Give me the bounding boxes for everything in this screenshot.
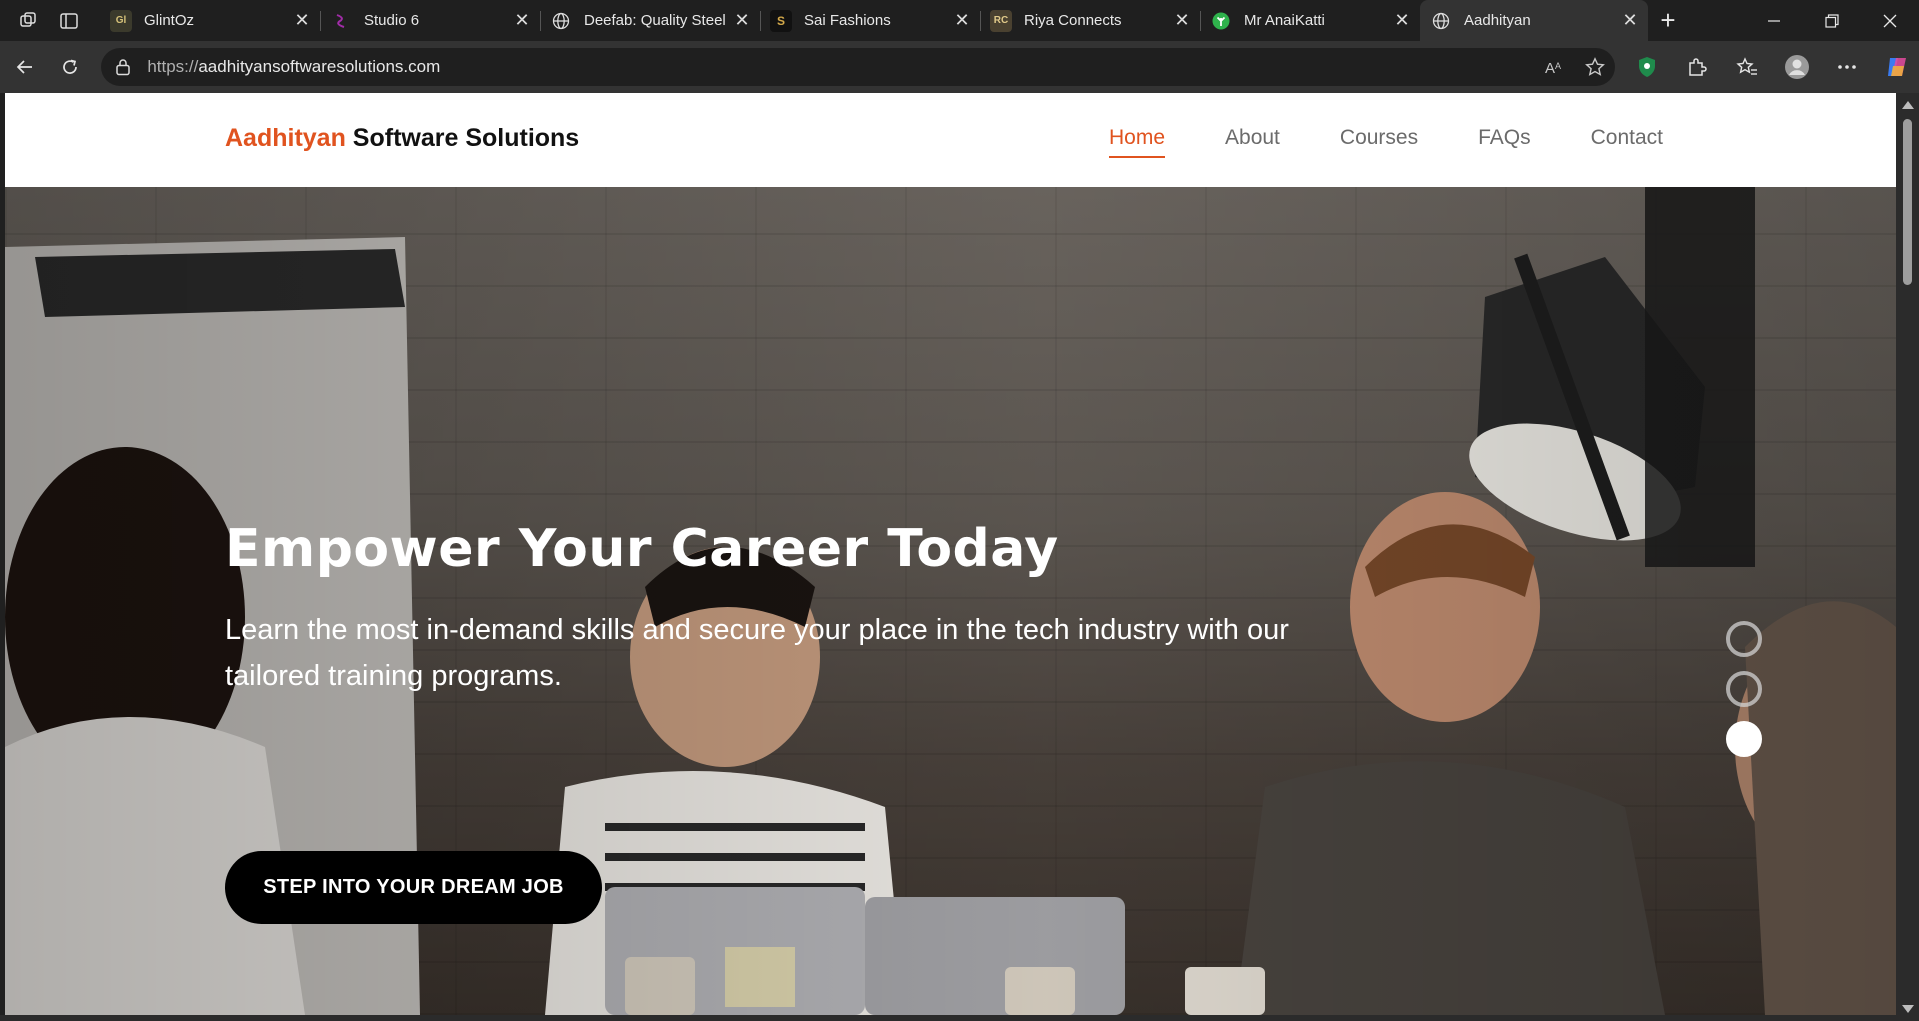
tab-close-icon[interactable]: ✕ — [948, 7, 976, 35]
window-controls — [1745, 0, 1919, 41]
tab-close-icon[interactable]: ✕ — [728, 7, 756, 35]
hero-subtitle: Learn the most in-demand skills and secu… — [225, 614, 1289, 692]
browser-tab[interactable]: RC Riya Connects ✕ — [980, 0, 1200, 41]
page-viewport: Aadhityan Software Solutions Home About … — [5, 93, 1896, 1015]
tab-strip-left-controls — [0, 0, 100, 41]
scrollbar-thumb[interactable] — [1903, 119, 1912, 285]
tab-close-icon[interactable]: ✕ — [1388, 7, 1416, 35]
slider-dot[interactable] — [1726, 671, 1762, 707]
workspaces-icon[interactable] — [18, 10, 40, 32]
browser-tab[interactable]: Mr AnaiKatti ✕ — [1200, 0, 1420, 41]
toolbar-right — [1625, 47, 1919, 87]
url-host: aadhityansoftwaresolutions.com — [198, 57, 441, 76]
window-bottom-edge — [0, 1015, 1896, 1021]
browser-tab[interactable]: S Sai Fashions ✕ — [760, 0, 980, 41]
tab-title: GlintOz — [144, 12, 195, 29]
tab-close-icon[interactable]: ✕ — [1168, 7, 1196, 35]
favorites-icon[interactable] — [1725, 47, 1769, 87]
hero-slider: Empower Your Career Today Learn the most… — [5, 187, 1896, 1015]
page-scrollbar[interactable] — [1896, 93, 1919, 1021]
copilot-icon[interactable] — [1875, 47, 1919, 87]
scroll-up-arrow-icon[interactable] — [1902, 101, 1914, 109]
profile-avatar-icon[interactable] — [1775, 47, 1819, 87]
new-tab-button[interactable]: + — [1648, 0, 1688, 41]
tab-title: Sai Fashions — [804, 12, 891, 29]
url-text[interactable]: https://aadhityansoftwaresolutions.com — [147, 57, 1535, 77]
read-aloud-icon[interactable]: AA — [1535, 48, 1575, 86]
browser-tab[interactable]: Studio 6 ✕ — [320, 0, 540, 41]
nav-link-contact[interactable]: Contact — [1591, 126, 1663, 158]
scroll-down-arrow-icon[interactable] — [1902, 1005, 1914, 1013]
favorite-star-icon[interactable] — [1575, 48, 1615, 86]
browser-tab-active[interactable]: Aadhityan ✕ — [1420, 0, 1648, 41]
leaf-logo-icon — [1210, 10, 1232, 32]
nav-link-about[interactable]: About — [1225, 126, 1280, 158]
slider-dot[interactable] — [1726, 621, 1762, 657]
back-arrow-icon[interactable] — [2, 47, 48, 87]
url-scheme: https:// — [147, 57, 199, 76]
nav-link-faqs[interactable]: FAQs — [1478, 126, 1531, 158]
svg-text:A: A — [1545, 60, 1555, 76]
studio6-logo-icon — [330, 10, 352, 32]
browser-tab[interactable]: Deefab: Quality Steel ✕ — [540, 0, 760, 41]
minimize-icon[interactable] — [1745, 0, 1803, 41]
lock-icon[interactable] — [113, 57, 133, 77]
tab-title: Aadhityan — [1464, 12, 1531, 29]
tab-close-icon[interactable]: ✕ — [1616, 7, 1644, 35]
tab-title: Mr AnaiKatti — [1244, 12, 1325, 29]
tab-title: Riya Connects — [1024, 12, 1122, 29]
riya-connects-logo-icon: RC — [990, 9, 1012, 32]
slider-dot-active[interactable] — [1726, 721, 1762, 757]
slider-pagination — [1726, 621, 1762, 757]
svg-text:A: A — [1555, 61, 1561, 71]
nav-link-courses[interactable]: Courses — [1340, 126, 1418, 158]
browser-tab-strip: Gl GlintOz ✕ Studio 6 ✕ Deefab: Quality … — [0, 0, 1919, 41]
address-bar[interactable]: https://aadhityansoftwaresolutions.com A… — [101, 48, 1615, 86]
close-window-icon[interactable] — [1861, 0, 1919, 41]
extensions-puzzle-icon[interactable] — [1675, 47, 1719, 87]
vertical-tabs-icon[interactable] — [58, 10, 80, 32]
tab-title: Deefab: Quality Steel — [584, 12, 726, 29]
refresh-icon[interactable] — [48, 47, 94, 87]
restore-icon[interactable] — [1803, 0, 1861, 41]
browser-toolbar: https://aadhityansoftwaresolutions.com A… — [0, 41, 1919, 93]
globe-icon — [1430, 10, 1452, 32]
more-options-icon[interactable] — [1825, 47, 1869, 87]
tab-title: Studio 6 — [364, 12, 420, 29]
tab-close-icon[interactable]: ✕ — [288, 7, 316, 35]
brand-rest-text: Software Solutions — [345, 124, 580, 152]
globe-icon — [550, 10, 572, 32]
shield-extension-icon[interactable] — [1625, 47, 1669, 87]
brand-accent-text: Aadhityan — [225, 124, 346, 152]
site-header: Aadhityan Software Solutions Home About … — [5, 93, 1896, 187]
site-logo[interactable]: Aadhityan Software Solutions — [225, 124, 579, 153]
glintoz-logo-icon: Gl — [110, 9, 132, 32]
hero-title: Empower Your Career Today — [225, 519, 1059, 579]
nav-link-home[interactable]: Home — [1108, 126, 1166, 158]
tab-close-icon[interactable]: ✕ — [508, 7, 536, 35]
main-nav: Home About Courses FAQs Contact — [1108, 126, 1663, 158]
browser-tab[interactable]: Gl GlintOz ✕ — [100, 0, 320, 41]
sai-fashions-logo-icon: S — [770, 9, 792, 32]
cta-button[interactable]: STEP INTO YOUR DREAM JOB — [225, 851, 602, 924]
